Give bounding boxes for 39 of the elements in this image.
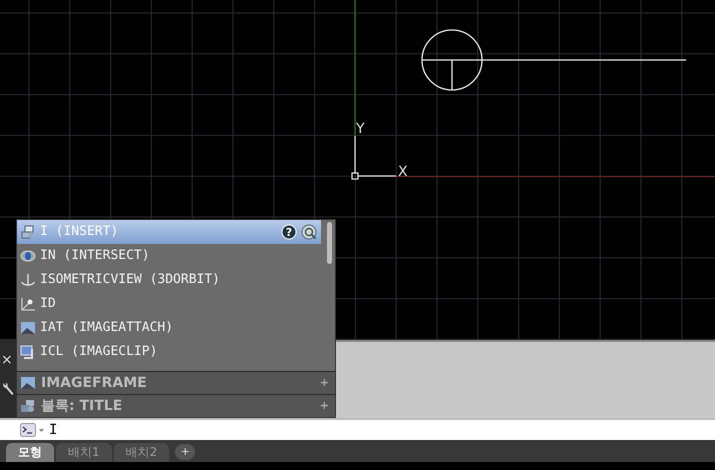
close-button[interactable]: × (1, 353, 13, 367)
id-command-icon (20, 297, 36, 311)
layout-tab[interactable]: 배치1 (56, 443, 112, 462)
suggestion-item[interactable]: IN (INTERSECT) (17, 244, 321, 268)
image-command-icon (20, 376, 36, 390)
layout-tab[interactable]: 모형 (6, 443, 54, 462)
search-icon[interactable] (301, 224, 317, 240)
x-axis-label: X (398, 164, 408, 180)
suggestion-item[interactable]: ID (17, 292, 321, 316)
suggestion-label: ICL (IMAGECLIP) (40, 343, 158, 362)
layout-tab[interactable]: 배치2 (114, 443, 170, 462)
clip-command-icon (20, 345, 36, 359)
scrollbar-thumb[interactable] (327, 222, 332, 264)
help-button[interactable]: ? (281, 224, 297, 240)
suggestion-label: ID (40, 295, 57, 314)
suggestion-item[interactable]: ISOMETRICVIEW (3DORBIT) (17, 268, 321, 292)
suggestion-label: ISOMETRICVIEW (3DORBIT) (40, 271, 222, 290)
expand-toggle[interactable]: + (320, 398, 329, 414)
category-label: IMAGEFRAME (41, 374, 148, 393)
expand-toggle[interactable]: + (320, 374, 329, 392)
suggestion-label: IAT (IMAGEATTACH) (40, 319, 174, 338)
suggestion-item[interactable]: IAT (IMAGEATTACH) (17, 316, 321, 340)
y-axis-label: Y (356, 121, 365, 137)
suggestion-item[interactable]: ICL (IMAGECLIP) (17, 340, 321, 364)
category-row[interactable]: IMAGEFRAME + (17, 371, 335, 394)
block-command-icon (20, 399, 36, 414)
command-prompt-icon[interactable] (20, 423, 46, 437)
image-command-icon (20, 321, 36, 335)
category-label: 블록: TITLE (41, 396, 124, 416)
command-line-field[interactable]: I (0, 418, 715, 440)
ucs-icon (351, 136, 396, 180)
category-row[interactable]: 블록: TITLE + (17, 394, 335, 417)
add-layout-button[interactable]: + (175, 444, 196, 460)
suggestion-label: IN (INTERSECT) (40, 247, 151, 266)
command-input[interactable]: I (49, 420, 649, 440)
intersect-command-icon (20, 249, 36, 263)
suggestion-item[interactable]: I (INSERT) ? (17, 220, 321, 244)
insert-command-icon (20, 225, 36, 239)
suggestion-label: I (INSERT) (40, 223, 120, 242)
